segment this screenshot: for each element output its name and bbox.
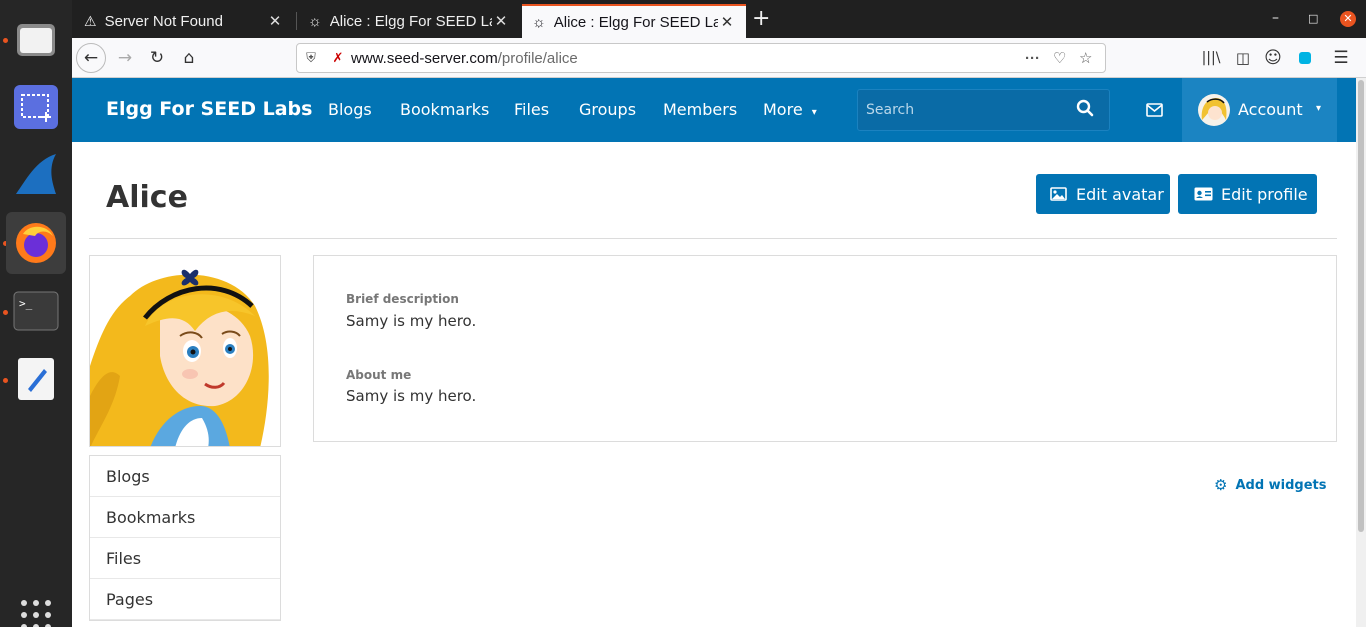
- elgg-favicon-icon: ☼: [308, 12, 322, 30]
- browser-nav-bar: ← → ↻ ⌂ ⛨ ✗ www.seed-server.com/profile/…: [72, 38, 1366, 78]
- tab-separator: [296, 12, 297, 30]
- files-app-icon[interactable]: [6, 9, 66, 71]
- url-path: /profile/alice: [497, 49, 578, 67]
- close-icon[interactable]: ✕: [492, 12, 510, 30]
- terminal-icon[interactable]: >_: [6, 280, 66, 342]
- more-actions-icon[interactable]: ···: [1025, 50, 1053, 67]
- brief-description-label: Brief description: [346, 292, 459, 306]
- reload-icon[interactable]: ↻: [142, 43, 172, 73]
- site-topbar: Elgg For SEED Labs Blogs Bookmarks Files…: [72, 78, 1356, 142]
- edit-avatar-button[interactable]: Edit avatar: [1036, 174, 1170, 214]
- messages-envelope-icon[interactable]: [1146, 102, 1163, 121]
- close-icon[interactable]: ✕: [718, 13, 736, 31]
- minimize-icon[interactable]: –: [1272, 10, 1279, 26]
- tab-label: Alice : Elgg For SEED Labs: [553, 13, 718, 31]
- id-card-icon: [1194, 187, 1213, 201]
- add-widgets-link[interactable]: ⚙ Add widgets: [1214, 476, 1327, 494]
- nav-blogs[interactable]: Blogs: [328, 100, 372, 119]
- nav-more[interactable]: More ▾: [763, 100, 817, 119]
- nav-files[interactable]: Files: [514, 100, 549, 119]
- elgg-favicon-icon: ☼: [532, 13, 546, 31]
- ubuntu-dock: >_: [0, 0, 72, 627]
- side-menu-blogs[interactable]: Blogs: [90, 456, 280, 497]
- browser-tab-bar: ⚠ Server Not Found ✕ ☼ Alice : Elgg For …: [72, 0, 1366, 38]
- home-icon[interactable]: ⌂: [174, 43, 204, 73]
- close-icon[interactable]: ✕: [266, 12, 284, 30]
- about-me-label: About me: [346, 368, 412, 382]
- nav-bookmarks[interactable]: Bookmarks: [400, 100, 489, 119]
- search-box: [857, 89, 1110, 131]
- account-menu[interactable]: Account ▾: [1182, 78, 1337, 142]
- search-input[interactable]: [858, 90, 1068, 130]
- warning-icon: ⚠: [84, 12, 97, 29]
- back-arrow-icon[interactable]: ←: [76, 43, 106, 73]
- edit-avatar-label: Edit avatar: [1076, 184, 1164, 204]
- maximize-icon[interactable]: □: [1308, 12, 1318, 25]
- page-title: Alice: [106, 180, 188, 215]
- search-icon[interactable]: [1076, 99, 1094, 121]
- profile-details: Brief description Samy is my hero. About…: [313, 255, 1337, 442]
- account-label: Account: [1238, 100, 1303, 119]
- extension-icon[interactable]: [1290, 43, 1320, 73]
- tab-alice-1[interactable]: ☼ Alice : Elgg For SEED Labs ✕: [298, 4, 520, 38]
- url-bar[interactable]: ⛨ ✗ www.seed-server.com/profile/alice ··…: [296, 43, 1106, 73]
- forward-arrow-icon[interactable]: →: [110, 43, 140, 73]
- edit-profile-label: Edit profile: [1221, 184, 1308, 204]
- scrollbar-thumb[interactable]: [1358, 80, 1364, 532]
- divider: [89, 238, 1337, 239]
- side-menu-pages[interactable]: Pages: [90, 579, 280, 620]
- library-icon[interactable]: |||\: [1196, 43, 1226, 73]
- add-widgets-label: Add widgets: [1235, 477, 1327, 493]
- window-close-icon[interactable]: ✕: [1340, 11, 1356, 27]
- nav-groups[interactable]: Groups: [579, 100, 636, 119]
- tab-server-not-found[interactable]: ⚠ Server Not Found ✕: [74, 4, 294, 38]
- brief-description-value: Samy is my hero.: [346, 312, 477, 330]
- image-icon: [1050, 187, 1067, 201]
- profile-side-menu: Blogs Bookmarks Files Pages: [89, 455, 281, 621]
- edit-profile-button[interactable]: Edit profile: [1178, 174, 1317, 214]
- shield-icon[interactable]: ⛨: [297, 50, 325, 66]
- sidebar-toggle-icon[interactable]: ◫: [1228, 43, 1258, 73]
- account-circle-icon[interactable]: ☺: [1258, 43, 1288, 73]
- svg-text:>_: >_: [19, 297, 33, 310]
- insecure-lock-icon[interactable]: ✗: [325, 50, 351, 66]
- tab-label: Server Not Found: [104, 12, 223, 30]
- account-avatar: [1198, 94, 1230, 126]
- nav-members[interactable]: Members: [663, 100, 737, 119]
- side-menu-bookmarks[interactable]: Bookmarks: [90, 497, 280, 538]
- wireshark-icon[interactable]: [6, 143, 66, 205]
- tab-label: Alice : Elgg For SEED Labs: [329, 12, 492, 30]
- hamburger-menu-icon[interactable]: ☰: [1326, 43, 1356, 73]
- profile-avatar[interactable]: [89, 255, 281, 447]
- text-editor-icon[interactable]: [6, 348, 66, 410]
- bookmark-star-icon[interactable]: ☆: [1079, 49, 1105, 67]
- chevron-down-icon: ▾: [1316, 103, 1322, 114]
- tab-alice-active[interactable]: ☼ Alice : Elgg For SEED Labs ✕: [522, 4, 746, 38]
- nav-more-label: More: [763, 100, 803, 119]
- chevron-down-icon: ▾: [811, 107, 817, 118]
- side-menu-files[interactable]: Files: [90, 538, 280, 579]
- app-grid-icon[interactable]: [6, 584, 66, 627]
- new-tab-plus-icon[interactable]: +: [752, 8, 770, 30]
- site-brand[interactable]: Elgg For SEED Labs: [106, 98, 312, 120]
- gear-icon: ⚙: [1214, 476, 1228, 494]
- alice-avatar-image: [90, 256, 280, 446]
- pocket-icon[interactable]: ♡: [1053, 49, 1079, 67]
- firefox-icon[interactable]: [6, 212, 66, 274]
- url-host: www.seed-server.com: [351, 49, 498, 67]
- screenshot-app-icon[interactable]: [6, 76, 66, 138]
- about-me-value: Samy is my hero.: [346, 387, 477, 405]
